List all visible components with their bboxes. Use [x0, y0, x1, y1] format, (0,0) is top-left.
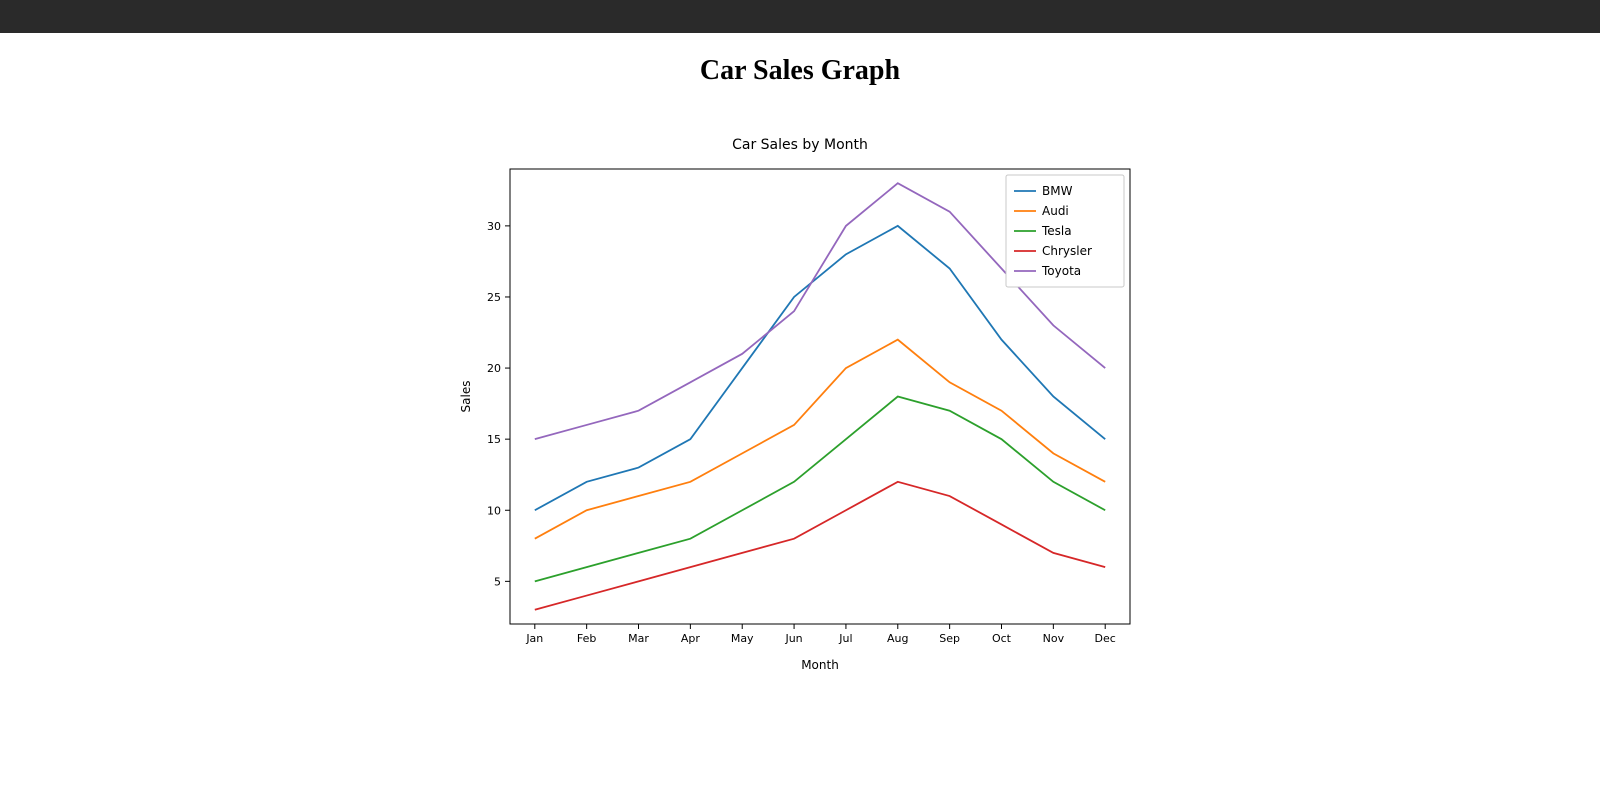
svg-text:Toyota: Toyota: [1041, 264, 1081, 278]
top-bar: [0, 0, 1600, 33]
svg-text:Oct: Oct: [992, 632, 1012, 645]
series-tesla: [535, 397, 1105, 582]
series-audi: [535, 340, 1105, 539]
svg-text:Audi: Audi: [1042, 204, 1069, 218]
svg-text:Feb: Feb: [577, 632, 596, 645]
svg-text:BMW: BMW: [1042, 184, 1073, 198]
chart-title: Car Sales by Month: [450, 137, 1150, 153]
svg-text:Jun: Jun: [784, 632, 802, 645]
svg-text:Dec: Dec: [1095, 632, 1116, 645]
svg-text:Aug: Aug: [887, 632, 908, 645]
line-chart: 5 10 15 20 25 30 Jan Feb Mar Apr May Jun Jul Aug Sep Oc…: [450, 159, 1150, 679]
svg-text:Apr: Apr: [681, 632, 701, 645]
svg-text:Jul: Jul: [838, 632, 852, 645]
svg-text:Tesla: Tesla: [1041, 224, 1072, 238]
svg-text:Nov: Nov: [1043, 632, 1065, 645]
svg-text:Sep: Sep: [939, 632, 960, 645]
svg-text:Mar: Mar: [628, 632, 649, 645]
page-title: Car Sales Graph: [0, 55, 1600, 87]
svg-text:25: 25: [487, 291, 501, 304]
svg-text:Month: Month: [801, 658, 839, 672]
svg-text:20: 20: [487, 362, 501, 375]
svg-text:Sales: Sales: [459, 381, 473, 413]
svg-text:10: 10: [487, 504, 501, 517]
legend: BMW Audi Tesla Chrysler Toyota: [1006, 175, 1124, 287]
chart-container: Car Sales by Month 5 10 15 20 25 30 Jan Feb Mar A…: [0, 137, 1600, 679]
svg-text:May: May: [731, 632, 754, 645]
svg-text:15: 15: [487, 433, 501, 446]
svg-text:5: 5: [494, 575, 501, 588]
svg-text:Jan: Jan: [525, 632, 543, 645]
svg-text:Chrysler: Chrysler: [1042, 244, 1092, 258]
svg-text:30: 30: [487, 220, 501, 233]
